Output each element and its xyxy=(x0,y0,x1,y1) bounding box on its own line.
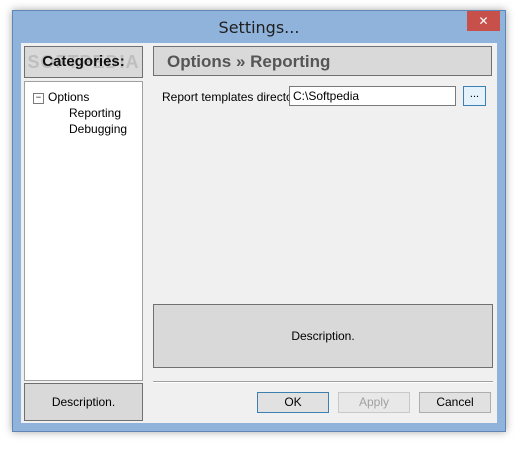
report-templates-directory-label: Report templates directory xyxy=(162,90,303,104)
close-button[interactable]: ✕ xyxy=(467,11,500,31)
window-title: Settings... xyxy=(218,18,300,37)
tree-item-debugging[interactable]: Debugging xyxy=(69,121,127,137)
category-description-panel: Description. xyxy=(24,383,143,421)
categories-label: Categories: xyxy=(42,53,125,70)
close-icon: ✕ xyxy=(478,14,489,28)
collapse-icon[interactable]: − xyxy=(33,93,44,104)
cancel-button[interactable]: Cancel xyxy=(419,392,491,413)
divider xyxy=(153,381,493,383)
categories-header: SOFTPEDIA Categories: xyxy=(24,46,143,78)
option-description-panel: Description. xyxy=(153,304,493,368)
section-header: Options » Reporting xyxy=(153,46,492,76)
dialog-client-area: SOFTPEDIA Categories: − Options Reportin… xyxy=(21,43,497,423)
browse-button[interactable]: ... xyxy=(463,86,486,106)
settings-window: Settings... ✕ SOFTPEDIA Categories: − Op… xyxy=(12,10,506,432)
apply-button[interactable]: Apply xyxy=(338,392,410,413)
tree-item-options[interactable]: Options xyxy=(48,89,89,105)
categories-tree: − Options Reporting Debugging xyxy=(24,81,143,381)
tree-item-reporting[interactable]: Reporting xyxy=(69,105,121,121)
report-templates-directory-input[interactable] xyxy=(289,86,456,106)
ok-button[interactable]: OK xyxy=(257,392,329,413)
